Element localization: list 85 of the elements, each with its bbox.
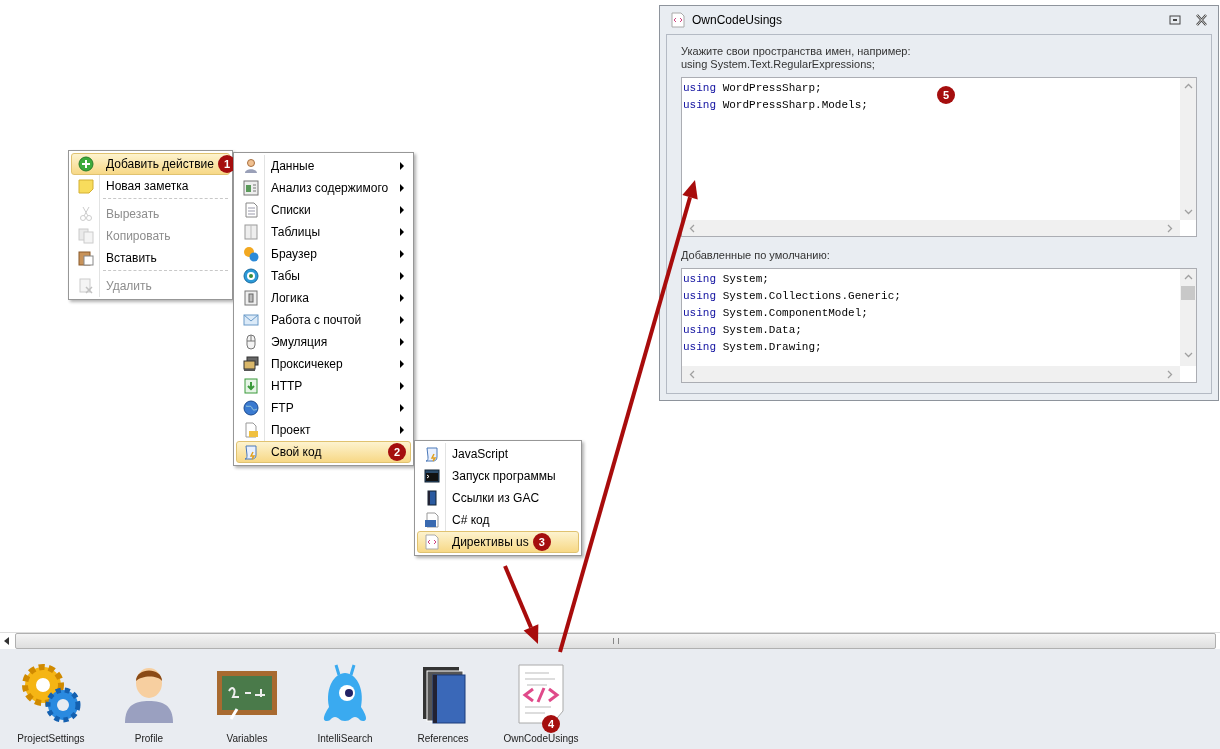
toolbar-item[interactable]: References xyxy=(400,661,486,749)
globe-icon xyxy=(243,400,259,416)
book-icon xyxy=(424,490,440,506)
browser-icon xyxy=(243,246,259,262)
chevron-left-icon xyxy=(688,369,697,379)
toolbar-item[interactable]: ProjectSettings xyxy=(8,661,94,749)
hint-text: Укажите свои пространства имен, например: xyxy=(681,45,912,58)
menu-item[interactable]: Новая заметка xyxy=(71,175,230,197)
menu-item[interactable]: Логика xyxy=(236,287,411,309)
menu-item[interactable]: Анализ содержимого xyxy=(236,177,411,199)
chevron-right-icon xyxy=(1165,223,1174,233)
code-editor[interactable]: using System; using System.Collections.Generic; using System.ComponentModel; using System.Data; using System.Drawing; xyxy=(681,268,1197,383)
gears-icon xyxy=(19,661,83,725)
toolbar-item[interactable]: OwnCodeUsings 4 xyxy=(498,661,584,749)
step-badge: 2 xyxy=(388,443,406,461)
delete-icon xyxy=(78,278,94,294)
restore-button[interactable] xyxy=(1169,14,1181,26)
person-icon xyxy=(243,158,259,174)
scroll-thumb[interactable] xyxy=(1181,286,1195,300)
menu-item[interactable]: Свой код 2 xyxy=(236,441,411,463)
download-icon xyxy=(243,378,259,394)
menu-item[interactable]: Добавить действие 1 xyxy=(71,153,230,175)
menu-item[interactable]: Запуск программы xyxy=(417,465,579,487)
chevron-down-icon xyxy=(1183,207,1193,216)
menu-item[interactable]: Эмуляция xyxy=(236,331,411,353)
scroll-thumb[interactable] xyxy=(15,633,1216,649)
scroll-left-icon[interactable] xyxy=(3,636,11,646)
toolbar-item[interactable]: IntelliSearch xyxy=(302,661,388,749)
csharp-file-icon xyxy=(424,512,440,528)
switch-icon xyxy=(243,290,259,306)
copy-icon xyxy=(78,228,94,244)
chevron-left-icon xyxy=(688,223,697,233)
note-icon xyxy=(78,178,94,194)
code-file-icon xyxy=(424,534,440,550)
table-icon xyxy=(243,224,259,240)
form-icon xyxy=(243,180,259,196)
menu-item[interactable]: JavaScript xyxy=(417,443,579,465)
step-badge: 5 xyxy=(937,86,955,104)
console-icon xyxy=(424,468,440,484)
menu-item[interactable]: Директивы us 3 xyxy=(417,531,579,553)
clipboard-icon xyxy=(78,250,94,266)
menu-item[interactable]: Списки xyxy=(236,199,411,221)
envelope-icon xyxy=(243,312,259,328)
step-badge: 4 xyxy=(542,715,560,733)
chevron-down-icon xyxy=(1183,350,1193,359)
code-line: using System.ComponentModel; xyxy=(683,306,868,321)
menu-item[interactable]: Вставить xyxy=(71,247,230,269)
menu-item[interactable]: Работа с почтой xyxy=(236,309,411,331)
chevron-right-icon xyxy=(1165,369,1174,379)
tabs-icon xyxy=(243,268,259,284)
folder-document-icon xyxy=(243,422,259,438)
close-button[interactable] xyxy=(1195,14,1208,26)
code-file-icon xyxy=(670,12,686,28)
code-line: using System; xyxy=(683,272,769,287)
list-icon xyxy=(243,202,259,218)
script-icon xyxy=(424,446,440,462)
scissors-icon xyxy=(78,206,94,222)
step-badge: 3 xyxy=(532,533,551,551)
menu-item[interactable]: Ссылки из GAC xyxy=(417,487,579,509)
code-line: using System.Data; xyxy=(683,323,802,338)
chevron-up-icon xyxy=(1183,273,1193,282)
menu-item[interactable]: Таблицы xyxy=(236,221,411,243)
computers-icon xyxy=(243,356,259,372)
script-icon xyxy=(243,444,259,460)
toolbar-item[interactable]: Variables xyxy=(204,661,290,749)
menu-item[interactable]: Табы xyxy=(236,265,411,287)
code-line: using System.Collections.Generic; xyxy=(683,289,901,304)
menu-item[interactable]: C# код xyxy=(417,509,579,531)
menu-item[interactable]: HTTP xyxy=(236,375,411,397)
code-editor[interactable]: using WordPressSharp; using WordPressSharp.Models; 5 xyxy=(681,77,1197,237)
menu-item[interactable]: Данные xyxy=(236,155,411,177)
menu-item[interactable]: Браузер xyxy=(236,243,411,265)
section-label: Добавленные по умолчанию: xyxy=(681,249,831,262)
mouse-icon xyxy=(243,334,259,350)
code-line: using System.Drawing; xyxy=(683,340,822,355)
code-line: using WordPressSharp.Models; xyxy=(683,98,868,113)
menu-item[interactable]: Проект xyxy=(236,419,411,441)
code-line: using WordPressSharp; xyxy=(683,81,822,96)
toolbar-item[interactable]: Profile xyxy=(106,661,192,749)
hint-text: using System.Text.RegularExpressions; xyxy=(681,58,876,71)
menu-item[interactable]: FTP xyxy=(236,397,411,419)
menu-item[interactable]: Проксичекер xyxy=(236,353,411,375)
plus-icon xyxy=(78,156,94,172)
chevron-up-icon xyxy=(1183,82,1193,91)
window-title: OwnCodeUsings xyxy=(692,13,783,27)
